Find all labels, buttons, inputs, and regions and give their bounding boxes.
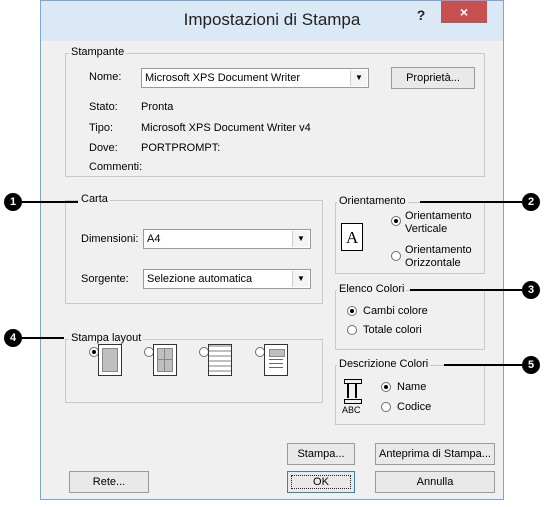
callout-1: 1 [4, 193, 22, 211]
commenti-label: Commenti: [89, 161, 143, 173]
stato-label: Stato: [89, 101, 118, 113]
landscape-label[interactable]: Orientamento Orizzontale [405, 244, 472, 270]
layout-1-icon [98, 344, 122, 376]
callout-4-line [22, 337, 64, 339]
chevron-down-icon: ▼ [292, 231, 309, 247]
totale-colori-label[interactable]: Totale colori [363, 324, 422, 336]
chevron-down-icon: ▼ [350, 70, 367, 86]
stampa-layout-legend: Stampa layout [69, 332, 144, 344]
rete-button[interactable]: Rete... [69, 471, 149, 493]
print-settings-dialog: Impostazioni di Stampa ? × Stampante Nom… [40, 0, 504, 500]
elenco-colori-legend: Elenco Colori [337, 283, 407, 295]
paper-source-value: Selezione automatica [147, 273, 253, 285]
layout-3-icon [208, 344, 232, 376]
stampa-button[interactable]: Stampa... [287, 443, 355, 465]
ok-button[interactable]: OK [287, 471, 355, 493]
color-description-icon: ABC [341, 379, 365, 419]
layout-4-icon [264, 344, 288, 376]
callout-4: 4 [4, 329, 22, 347]
landscape-radio[interactable] [391, 251, 401, 261]
cambi-colore-label[interactable]: Cambi colore [363, 305, 428, 317]
name-radio[interactable] [381, 382, 391, 392]
descrizione-colori-legend: Descrizione Colori [337, 358, 431, 370]
close-button[interactable]: × [441, 1, 487, 23]
dove-label: Dove: [89, 142, 118, 154]
stato-value: Pronta [141, 101, 174, 113]
portrait-label[interactable]: Orientamento Verticale [405, 210, 472, 236]
codice-label[interactable]: Codice [397, 401, 431, 413]
codice-radio[interactable] [381, 402, 391, 412]
callout-2-line [420, 201, 522, 203]
callout-2: 2 [522, 193, 540, 211]
name-label[interactable]: Name [397, 381, 426, 393]
elenco-colori-group [335, 290, 485, 350]
annulla-button[interactable]: Annulla [375, 471, 495, 493]
layout-2-icon [153, 344, 177, 376]
stampante-legend: Stampante [69, 46, 127, 58]
orientamento-legend: Orientamento [337, 195, 408, 207]
portrait-radio[interactable] [391, 216, 401, 226]
callout-3-line [410, 289, 522, 291]
callout-5-line [444, 364, 522, 366]
dialog-title: Impostazioni di Stampa [183, 10, 361, 29]
callout-1-line [22, 201, 78, 203]
cambi-colore-radio[interactable] [347, 306, 357, 316]
dimensioni-label: Dimensioni: [81, 233, 139, 245]
callout-5: 5 [522, 356, 540, 374]
help-button[interactable]: ? [411, 7, 431, 27]
tipo-label: Tipo: [89, 122, 114, 134]
sorgente-label: Sorgente: [81, 273, 129, 285]
printer-select-value: Microsoft XPS Document Writer [145, 72, 301, 84]
dove-value: PORTPROMPT: [141, 142, 221, 154]
nome-label: Nome: [89, 71, 122, 83]
tipo-value: Microsoft XPS Document Writer v4 [141, 122, 311, 134]
properties-button[interactable]: Proprietà... [391, 67, 475, 89]
carta-legend: Carta [79, 193, 110, 205]
paper-source-select[interactable]: Selezione automatica ▼ [143, 269, 311, 289]
paper-size-select[interactable]: A4 ▼ [143, 229, 311, 249]
printer-select[interactable]: Microsoft XPS Document Writer ▼ [141, 68, 369, 88]
anteprima-button[interactable]: Anteprima di Stampa... [375, 443, 495, 465]
portrait-icon: A [341, 223, 363, 251]
paper-size-value: A4 [147, 233, 161, 245]
callout-3: 3 [522, 281, 540, 299]
chevron-down-icon: ▼ [292, 271, 309, 287]
totale-colori-radio[interactable] [347, 325, 357, 335]
